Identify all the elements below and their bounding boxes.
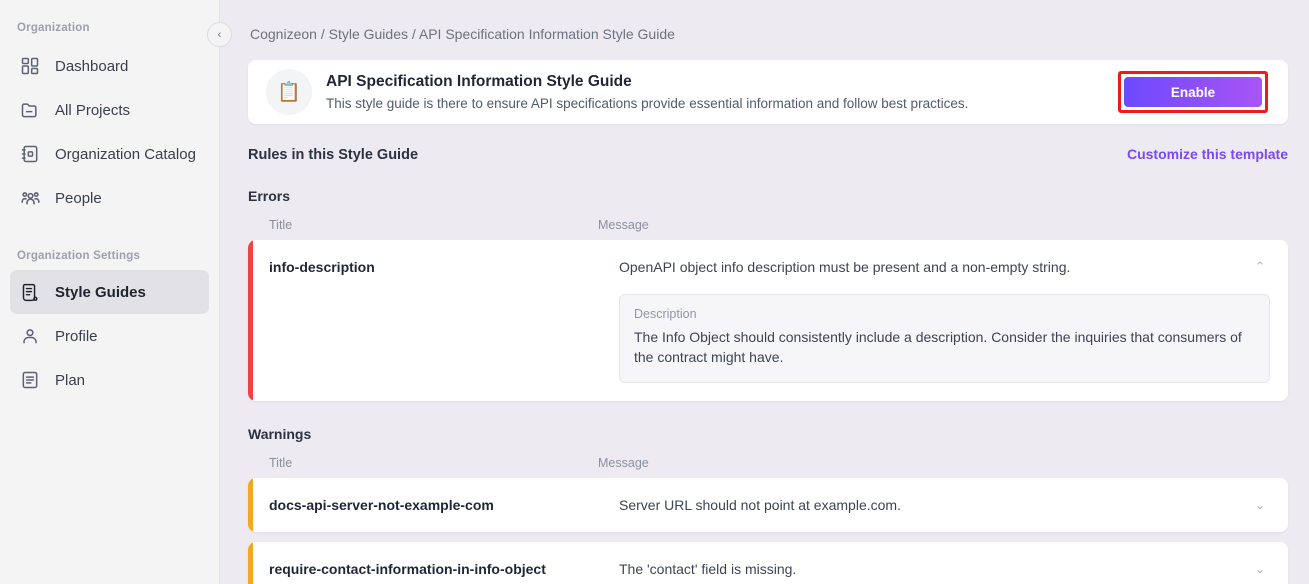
rule-message: The 'contact' field is missing.: [619, 560, 797, 577]
rule-card-docs-api-server-not-example-com: docs-api-server-not-example-com Server U…: [248, 477, 1288, 532]
sidebar-item-label: Style Guides: [55, 283, 146, 301]
severity-bar: [248, 477, 253, 532]
sidebar-item-people[interactable]: People: [10, 176, 209, 220]
rules-header: Rules in this Style Guide Customize this…: [248, 146, 1288, 163]
sidebar-collapse-button[interactable]: ‹: [207, 22, 232, 47]
chevron-down-icon[interactable]: ⌄: [1250, 561, 1270, 577]
clipboard-icon: 📋: [266, 69, 312, 115]
column-header-title: Title: [269, 218, 293, 232]
enable-button-highlight: Enable: [1118, 71, 1268, 113]
style-guide-subtitle: This style guide is there to ensure API …: [326, 95, 969, 111]
document-icon: [17, 367, 43, 393]
sidebar-item-style-guides[interactable]: Style Guides: [10, 270, 209, 314]
sidebar-item-organization-catalog[interactable]: Organization Catalog: [10, 132, 209, 176]
column-headers-errors: Title Message: [248, 218, 1309, 232]
style-guide-title: API Specification Information Style Guid…: [326, 72, 632, 90]
sidebar-section-label-organization-settings: Organization Settings: [17, 250, 141, 262]
sidebar: Organization Dashboard All Projects Orga…: [0, 0, 220, 584]
rule-row[interactable]: docs-api-server-not-example-com Server U…: [248, 478, 1288, 532]
dashboard-icon: [17, 53, 43, 79]
column-header-title: Title: [269, 455, 293, 470]
sidebar-item-label: Profile: [55, 327, 98, 345]
description-box: Description The Info Object should consi…: [619, 294, 1270, 383]
rules-heading: Rules in this Style Guide: [248, 147, 419, 163]
sidebar-item-label: Organization Catalog: [55, 145, 196, 163]
customize-template-link[interactable]: Customize this template: [1127, 146, 1288, 162]
people-icon: [17, 185, 43, 211]
rule-title: docs-api-server-not-example-com: [269, 496, 494, 513]
rule-row[interactable]: require-contact-information-in-info-obje…: [248, 542, 1288, 584]
catalog-icon: [17, 141, 43, 167]
column-headers-warnings: Title Message: [248, 456, 1309, 470]
rule-card-require-contact-information-in-info-object: require-contact-information-in-info-obje…: [248, 541, 1288, 584]
chevron-up-icon[interactable]: ⌃: [1250, 259, 1270, 275]
sidebar-item-all-projects[interactable]: All Projects: [10, 88, 209, 132]
rule-message: Server URL should not point at example.c…: [619, 496, 901, 513]
sidebar-item-label: Dashboard: [55, 57, 129, 75]
style-guide-texts: API Specification Information Style Guid…: [326, 70, 1118, 115]
column-header-message: Message: [598, 455, 649, 470]
rule-card-info-description: info-description OpenAPI object info des…: [248, 240, 1288, 401]
description-label: Description: [634, 307, 697, 321]
chevron-down-icon[interactable]: ⌄: [1250, 497, 1270, 513]
description-text: The Info Object should consistently incl…: [634, 329, 1242, 365]
chevron-left-icon: ‹: [217, 28, 222, 41]
sidebar-section-label-organization: Organization: [17, 22, 90, 34]
rule-expanded-panel: Description The Info Object should consi…: [248, 294, 1288, 401]
app-root: Organization Dashboard All Projects Orga…: [0, 0, 1309, 584]
sidebar-item-dashboard[interactable]: Dashboard: [10, 44, 209, 88]
enable-button[interactable]: Enable: [1124, 77, 1262, 107]
group-title-warnings: Warnings: [248, 425, 312, 442]
rule-message: OpenAPI object info description must be …: [619, 259, 1071, 275]
rule-title: require-contact-information-in-info-obje…: [269, 560, 546, 577]
severity-bar: [248, 541, 253, 584]
user-icon: [17, 323, 43, 349]
rule-row[interactable]: info-description OpenAPI object info des…: [248, 240, 1288, 294]
sidebar-item-label: All Projects: [55, 101, 131, 119]
column-header-message: Message: [598, 218, 649, 232]
group-title-errors: Errors: [248, 188, 291, 204]
scroll-icon: [17, 279, 43, 305]
breadcrumb[interactable]: Cognizeon / Style Guides / API Specifica…: [220, 0, 1309, 42]
sidebar-item-label: People: [55, 189, 102, 207]
severity-bar: [248, 240, 253, 401]
sidebar-item-profile[interactable]: Profile: [10, 314, 209, 358]
sidebar-item-label: Plan: [55, 371, 86, 389]
main-content: Cognizeon / Style Guides / API Specifica…: [220, 0, 1309, 584]
folder-icon: [17, 97, 43, 123]
sidebar-item-plan[interactable]: Plan: [10, 358, 209, 402]
style-guide-summary-card: 📋 API Specification Information Style Gu…: [248, 60, 1288, 124]
rule-title: info-description: [269, 259, 375, 275]
